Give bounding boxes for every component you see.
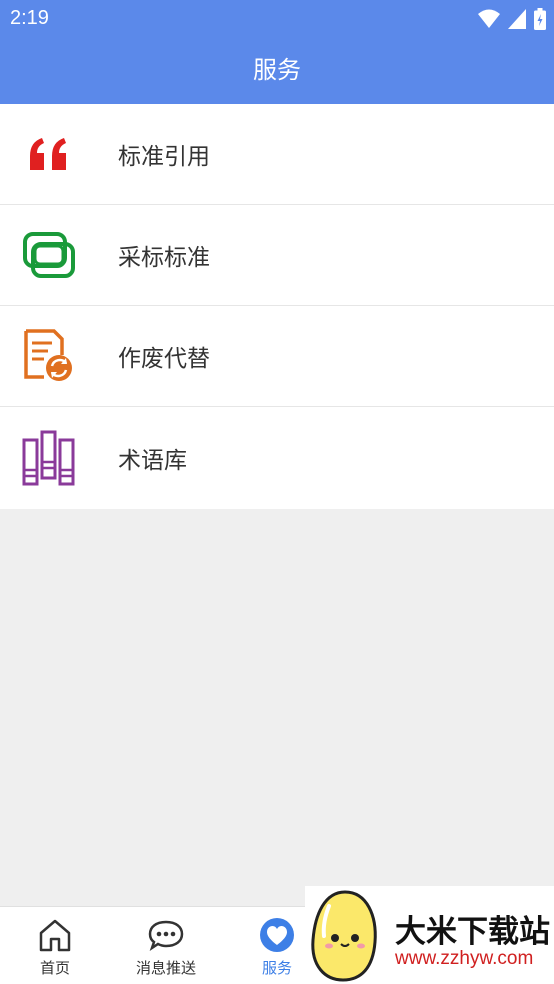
wifi-icon xyxy=(478,9,500,28)
overlap-squares-icon xyxy=(20,226,78,284)
tab-messages-label: 消息推送 xyxy=(135,959,196,977)
status-icons xyxy=(478,8,546,30)
service-item-label: 采标标准 xyxy=(118,245,210,271)
service-item-terminology[interactable]: 术语库 xyxy=(0,407,554,509)
rice-mascot-icon xyxy=(311,890,377,982)
status-time: 2:19 xyxy=(10,7,49,29)
service-item-obsolete-replacement[interactable]: 作废代替 xyxy=(0,306,554,407)
tab-messages[interactable]: 消息推送 xyxy=(111,907,221,984)
service-item-label: 作废代替 xyxy=(118,346,210,372)
page-title: 服务 xyxy=(253,56,301,84)
service-item-adopted-standards[interactable]: 采标标准 xyxy=(0,205,554,306)
service-item-label: 标准引用 xyxy=(118,144,210,170)
app-bar: 服务 xyxy=(0,38,554,104)
watermark: 大米下载站 www.zzhyw.com xyxy=(305,886,554,984)
service-item-label: 术语库 xyxy=(118,448,187,474)
watermark-url: www.zzhyw.com xyxy=(395,948,534,969)
signal-icon xyxy=(508,9,526,29)
chat-bubble-icon xyxy=(148,920,184,952)
quote-icon xyxy=(20,125,78,183)
books-icon xyxy=(20,429,78,487)
service-item-standard-citation[interactable]: 标准引用 xyxy=(0,104,554,205)
status-bar: 2:19 xyxy=(0,0,554,38)
tab-home[interactable]: 首页 xyxy=(0,907,110,984)
battery-icon xyxy=(534,8,546,30)
service-list: 标准引用 采标标准 作废代替 术语库 xyxy=(0,104,554,509)
heart-icon xyxy=(260,918,294,952)
watermark-title: 大米下载站 xyxy=(395,914,550,950)
home-icon xyxy=(39,919,71,952)
document-refresh-icon xyxy=(20,327,78,385)
tab-home-label: 首页 xyxy=(39,959,70,977)
